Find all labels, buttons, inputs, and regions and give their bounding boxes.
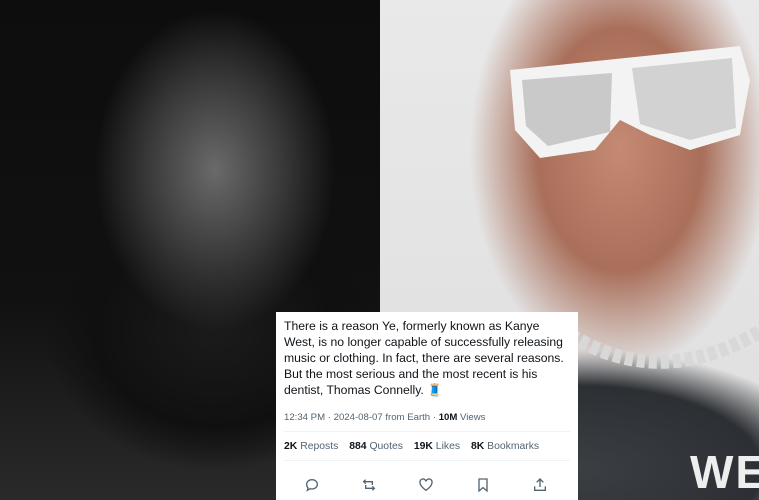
tweet-card: There is a reason Ye, formerly known as … (276, 312, 578, 500)
sunglasses-graphic (510, 46, 750, 158)
likes-count: 19K (413, 441, 433, 452)
tweet-stats: 2K Reposts 884 Quotes 19K Likes 8K Bookm… (284, 441, 570, 452)
tweet-source: from Earth (385, 412, 431, 423)
share-icon (534, 478, 546, 491)
repost-button[interactable] (359, 475, 379, 495)
bookmark-button[interactable] (473, 475, 493, 495)
bookmarks-stat[interactable]: 8K Bookmarks (471, 441, 539, 452)
divider (284, 431, 570, 432)
like-icon (419, 478, 433, 492)
bookmarks-label: Bookmarks (487, 441, 540, 452)
tweet-meta: 12:34 PM · 2024-08-07 from Earth · 10M V… (284, 412, 486, 423)
like-button[interactable] (416, 475, 436, 495)
quotes-count: 884 (349, 441, 367, 452)
bookmarks-count: 8K (470, 441, 485, 452)
tweet-text: There is a reason Ye, formerly known as … (284, 319, 564, 397)
tweet-date[interactable]: 2024-08-07 (334, 412, 383, 423)
chain-necklace-graphic (570, 325, 759, 369)
quotes-label: Quotes (369, 441, 403, 452)
bookmark-icon (478, 478, 488, 493)
likes-stat[interactable]: 19K Likes (414, 441, 460, 452)
views-label: Views (460, 412, 486, 423)
share-button[interactable] (530, 475, 550, 495)
reply-button[interactable] (302, 475, 322, 495)
reply-icon (305, 478, 319, 492)
quotes-stat[interactable]: 884 Quotes (349, 441, 403, 452)
likes-label: Likes (435, 441, 461, 452)
reposts-stat[interactable]: 2K Reposts (284, 441, 338, 452)
tweet-time[interactable]: 12:34 PM (284, 412, 325, 423)
views-count: 10M (438, 412, 458, 423)
action-bar (284, 475, 570, 495)
shirt-text: WE (690, 446, 759, 498)
reposts-label: Reposts (300, 441, 339, 452)
repost-icon (362, 479, 376, 491)
reposts-count: 2K (284, 441, 298, 452)
divider (284, 460, 570, 461)
